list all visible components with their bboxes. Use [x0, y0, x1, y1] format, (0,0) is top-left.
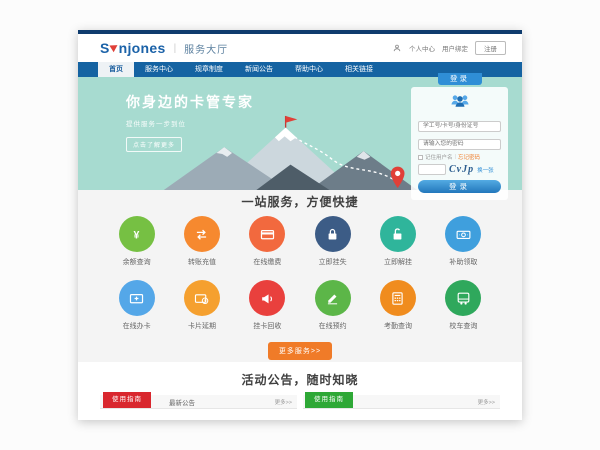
remember-label: 记住用户名	[425, 153, 453, 161]
banknote-icon	[445, 216, 481, 252]
hero-title: 你身边的卡管专家	[126, 92, 254, 112]
service-item-calculator[interactable]: 考勤查询	[365, 280, 430, 331]
bus-icon	[445, 280, 481, 316]
pencil-icon	[315, 280, 351, 316]
hero-cta-button[interactable]: 点击了解更多	[126, 137, 182, 152]
swap-icon	[184, 216, 220, 252]
nav-item-5[interactable]: 相关链接	[334, 62, 384, 77]
login-button[interactable]: 登录	[418, 180, 501, 193]
tab-usage-guide-right[interactable]: 使用指南	[305, 392, 353, 408]
service-label: 立即挂失	[319, 257, 347, 267]
yen-icon: ¥	[119, 216, 155, 252]
service-item-swap[interactable]: 转账充值	[169, 216, 234, 267]
service-item-banknote[interactable]: 补助领取	[431, 216, 496, 267]
card-icon	[249, 216, 285, 252]
service-label: 补助领取	[449, 257, 477, 267]
remember-row: 记住用户名 | 忘记密码	[418, 153, 501, 161]
username-input[interactable]	[418, 121, 501, 132]
service-label: 立即解挂	[384, 257, 412, 267]
left-panel-tabbar: 使用指南 最新公告 更多>>	[100, 395, 297, 409]
nav-item-2[interactable]: 规章制度	[184, 62, 234, 77]
megaphone-icon	[249, 280, 285, 316]
captcha-row: CvJp 换一张	[418, 164, 501, 175]
user-binding-link[interactable]: 用户绑定	[442, 43, 468, 53]
site-header: S njones | 服务大厅 个人中心 用户绑定 注册	[78, 34, 522, 62]
services-section: 一站服务，方便快捷 ¥余额查询转账充值在线缴费立即挂失立即解挂补助领取在线办卡卡…	[78, 190, 522, 362]
captcha-image: CvJp	[449, 164, 474, 175]
nav-item-0[interactable]: 首页	[98, 62, 134, 77]
service-item-yen[interactable]: ¥ 余额查询	[104, 216, 169, 267]
left-more-link[interactable]: 更多>>	[275, 398, 292, 406]
unlock-icon	[380, 216, 416, 252]
service-label: 余额查询	[123, 257, 151, 267]
service-item-megaphone[interactable]: 挂卡回收	[235, 280, 300, 331]
logo-divider: |	[174, 43, 177, 54]
card-plus-icon	[119, 280, 155, 316]
logo-text-s: S	[100, 40, 110, 56]
login-tab[interactable]: 登录	[438, 73, 482, 85]
announcements-heading: 活动公告，随时知晓	[78, 373, 522, 387]
tab-usage-guide-left[interactable]: 使用指南	[103, 392, 151, 408]
service-label: 挂卡回收	[253, 321, 281, 331]
service-item-card-plus[interactable]: 在线办卡	[104, 280, 169, 331]
captcha-input[interactable]	[418, 164, 446, 175]
tab-latest-announcements[interactable]: 最新公告	[169, 397, 195, 407]
login-panel: 登录	[411, 73, 508, 200]
service-label: 考勤查询	[384, 321, 412, 331]
service-label: 卡片延期	[188, 321, 216, 331]
personal-center-link[interactable]: 个人中心	[409, 43, 435, 53]
remember-checkbox[interactable]	[418, 155, 423, 160]
service-item-card-clock[interactable]: 卡片延期	[169, 280, 234, 331]
lock-icon	[315, 216, 351, 252]
service-item-card[interactable]: 在线缴费	[235, 216, 300, 267]
hero-subtitle: 提供服务一步到位	[126, 118, 254, 128]
logo-text-rest: njones	[119, 40, 166, 56]
card-clock-icon	[184, 280, 220, 316]
login-form: 记住用户名 | 忘记密码 CvJp 换一张 登录	[411, 87, 508, 200]
service-label: 在线缴费	[253, 257, 281, 267]
header-utility-links: 个人中心 用户绑定 注册	[392, 41, 506, 55]
service-label: 校车查询	[449, 321, 477, 331]
announcements-section: 活动公告，随时知晓 使用指南 最新公告 更多>> 使用指南 更多>>	[78, 362, 522, 420]
user-icon	[392, 43, 402, 53]
forgot-password-link[interactable]: 忘记密码	[458, 153, 480, 161]
captcha-refresh-link[interactable]: 换一张	[477, 166, 494, 174]
portal-page: S njones | 服务大厅 个人中心 用户绑定 注册 首页服务中心规章制度新…	[78, 30, 522, 420]
service-item-unlock[interactable]: 立即解挂	[365, 216, 430, 267]
site-logo[interactable]: S njones	[100, 40, 166, 56]
right-panel: 使用指南 更多>>	[303, 395, 500, 409]
service-label: 在线预约	[319, 321, 347, 331]
calculator-icon	[380, 280, 416, 316]
left-panel: 使用指南 最新公告 更多>>	[100, 395, 297, 409]
product-name: 服务大厅	[184, 41, 228, 56]
nav-item-3[interactable]: 新闻公告	[234, 62, 284, 77]
users-icon	[418, 91, 501, 114]
screenshot-canvas: S njones | 服务大厅 个人中心 用户绑定 注册 首页服务中心规章制度新…	[0, 0, 600, 450]
services-grid: ¥ 余额查询 转账充值 在线缴费 立即挂失 立即解挂 补助领取在线办卡 卡片延期 挂卡回收 在线预…	[78, 216, 522, 331]
nav-item-1[interactable]: 服务中心	[134, 62, 184, 77]
service-item-lock[interactable]: 立即挂失	[300, 216, 365, 267]
service-item-bus[interactable]: 校车查询	[431, 280, 496, 331]
nav-item-4[interactable]: 帮助中心	[284, 62, 334, 77]
more-services-button[interactable]: 更多服务>>	[268, 342, 332, 360]
service-item-pencil[interactable]: 在线预约	[300, 280, 365, 331]
register-button[interactable]: 注册	[475, 41, 506, 55]
right-panel-tabbar: 使用指南 更多>>	[303, 395, 500, 409]
right-more-link[interactable]: 更多>>	[478, 398, 495, 406]
announcement-panels: 使用指南 最新公告 更多>> 使用指南 更多>>	[78, 395, 522, 409]
hero-banner: 你身边的卡管专家 提供服务一步到位 点击了解更多 登录	[78, 77, 522, 190]
svg-text:¥: ¥	[134, 229, 140, 241]
service-label: 在线办卡	[123, 321, 151, 331]
service-label: 转账充值	[188, 257, 216, 267]
hero-text-block: 你身边的卡管专家 提供服务一步到位 点击了解更多	[126, 92, 254, 152]
remember-separator: |	[455, 154, 456, 160]
password-input[interactable]	[418, 139, 501, 150]
